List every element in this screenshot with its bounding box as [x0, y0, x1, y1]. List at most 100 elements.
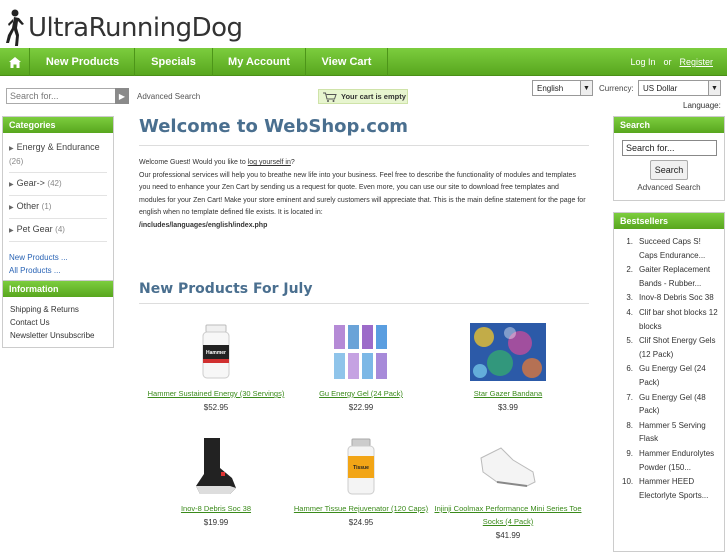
cart-status[interactable]: Your cart is empty [318, 89, 408, 104]
category-energy-endurance[interactable]: ▶ Energy & Endurance (26) [9, 137, 107, 173]
bestseller-name: Gu Energy Gel (24 Pack) [639, 364, 706, 387]
bestseller-item[interactable]: 1. Succeed Caps S! Caps Endurance... [622, 235, 720, 262]
bestseller-item[interactable]: 5. Clif Shot Energy Gels (12 Pack) [622, 334, 720, 361]
bestseller-item[interactable]: 7. Gu Energy Gel (48 Pack) [622, 391, 720, 418]
product-name-link[interactable]: Injinji Coolmax Performance Mini Series … [433, 502, 583, 528]
bestseller-item[interactable]: 4. Clif bar shot blocks 12 blocks [622, 306, 720, 333]
all-products-link[interactable]: All Products ... [9, 266, 61, 275]
register-link[interactable]: Register [679, 57, 713, 67]
chevron-down-icon: ▼ [580, 81, 592, 95]
product-price: $3.99 [497, 403, 519, 412]
advanced-search-link[interactable]: Advanced Search [137, 92, 200, 101]
home-icon [8, 56, 21, 68]
chevron-down-icon: ▼ [708, 81, 720, 95]
new-products-link[interactable]: New Products ... [9, 253, 68, 262]
home-button[interactable] [0, 48, 30, 76]
bestseller-rank: 7. [626, 392, 633, 402]
product-image[interactable] [190, 438, 242, 496]
category-pet-gear[interactable]: ▶ Pet Gear (4) [9, 219, 107, 242]
product-image[interactable] [477, 438, 539, 496]
main-nav: New Products Specials My Account View Ca… [0, 48, 727, 76]
define-path: /includes/languages/english/index.php [139, 221, 268, 229]
nav-specials[interactable]: Specials [135, 48, 213, 76]
top-search-submit-button[interactable]: ▶ [115, 88, 129, 104]
product-card: Inov-8 Debris Soc 38 $19.99 [141, 438, 291, 527]
category-count: (4) [55, 225, 65, 234]
login-inline-link[interactable]: log yourself in [248, 159, 291, 166]
bestseller-item[interactable]: 8. Hammer 5 Serving Flask [622, 419, 720, 446]
top-search-input[interactable]: Search for... [6, 88, 116, 104]
product-price: $24.95 [348, 518, 374, 527]
product-price: $41.99 [495, 531, 521, 540]
information-title: Information [3, 281, 113, 297]
product-image[interactable]: Tissue [344, 438, 378, 496]
bestseller-item[interactable]: 9. Hammer Endurolytes Powder (150... [622, 447, 720, 474]
product-name-link[interactable]: Hammer Sustained Energy (30 Servings) [141, 387, 291, 400]
bestsellers-box: Bestsellers 1. Succeed Caps S! Caps Endur… [613, 212, 725, 552]
category-label: Gear-> [16, 178, 45, 188]
greeting-end: ? [290, 159, 295, 166]
product-name-link[interactable]: Gu Energy Gel (24 Pack) [286, 387, 436, 400]
runner-logo-icon [6, 9, 24, 46]
bestseller-name: Gaiter Replacement Bands - Rubber... [639, 265, 711, 288]
intro-text: Welcome Guest! Would you like to log you… [139, 157, 587, 233]
product-name-link[interactable]: Inov-8 Debris Soc 38 [141, 502, 291, 515]
bestsellers-list: 1. Succeed Caps S! Caps Endurance... 2. Gai… [614, 229, 724, 502]
bestseller-name: Clif bar shot blocks 12 blocks [639, 307, 718, 331]
sidebar-search-button[interactable]: Search [650, 160, 688, 180]
bestseller-name: Hammer Endurolytes Powder (150... [639, 448, 715, 472]
category-label: Energy & Endurance [16, 142, 100, 152]
product-price: $19.99 [203, 518, 229, 527]
currency-select[interactable]: US Dollar ▼ [638, 80, 721, 96]
bestseller-item[interactable]: 10. Hammer HEED Electorlyte Sports... [622, 475, 720, 502]
nav-my-account[interactable]: My Account [213, 48, 306, 76]
product-card: Star Gazer Bandana $3.99 [433, 323, 583, 412]
site-logo[interactable]: UltraRunningDog [4, 8, 243, 48]
cart-status-text: Your cart is empty [341, 92, 406, 101]
product-image[interactable]: Hammer [199, 323, 233, 381]
sidebar-advanced-search-link[interactable]: Advanced Search [614, 183, 724, 192]
bestseller-name: Clif Shot Energy Gels (12 Pack) [639, 336, 716, 359]
bestseller-rank: 2. [626, 265, 633, 275]
category-gear[interactable]: ▶ Gear-> (42) [9, 173, 107, 196]
login-link[interactable]: Log In [630, 57, 655, 67]
contact-us-link[interactable]: Contact Us [10, 316, 106, 329]
triangle-right-icon: ▶ [9, 146, 14, 152]
bestseller-name: Inov-8 Debris Soc 38 [639, 293, 714, 303]
categories-title: Categories [3, 117, 113, 133]
product-image[interactable] [332, 323, 390, 381]
categories-box: Categories ▶ Energy & Endurance (26) ▶ Gea… [2, 116, 114, 284]
bestseller-rank: 6. [626, 364, 633, 374]
bestseller-name: Succeed Caps S! Caps Endurance... [639, 237, 706, 260]
category-other[interactable]: ▶ Other (1) [9, 196, 107, 219]
divider [139, 145, 589, 146]
language-select[interactable]: English ▼ [532, 80, 593, 96]
product-image[interactable] [470, 323, 546, 381]
category-label: Other [16, 201, 40, 211]
bestseller-item[interactable]: 6. Gu Energy Gel (24 Pack) [622, 362, 720, 389]
sidebar-search-input[interactable]: Search for... [622, 140, 717, 156]
bestseller-name: Hammer HEED Electorlyte Sports... [639, 477, 709, 500]
currency-select-value: US Dollar [643, 83, 678, 93]
category-count: (1) [41, 202, 52, 211]
product-price: $52.95 [203, 403, 229, 412]
greeting-text: Welcome Guest! Would you like to [139, 159, 248, 166]
product-name-link[interactable]: Star Gazer Bandana [433, 387, 583, 400]
nav-view-cart[interactable]: View Cart [306, 48, 388, 76]
nav-new-products[interactable]: New Products [31, 48, 135, 76]
search-box-title: Search [614, 117, 724, 133]
category-label: Pet Gear [16, 224, 53, 234]
new-products-heading: New Products For July [139, 281, 313, 297]
category-count: (42) [47, 179, 62, 188]
bestseller-item[interactable]: 3. Inov-8 Debris Soc 38 [622, 291, 720, 305]
shipping-returns-link[interactable]: Shipping & Returns [10, 303, 106, 316]
category-count: (26) [9, 157, 24, 166]
bestseller-rank: 3. [626, 293, 633, 303]
product-card: Injinji Coolmax Performance Mini Series … [433, 438, 583, 540]
divider [139, 303, 589, 304]
newsletter-unsubscribe-link[interactable]: Newsletter Unsubscribe [10, 329, 106, 342]
site-logo-text: UltraRunningDog [28, 13, 243, 43]
product-name-link[interactable]: Hammer Tissue Rejuvenator (120 Caps) [286, 502, 436, 515]
bestseller-item[interactable]: 2. Gaiter Replacement Bands - Rubber... [622, 263, 720, 290]
triangle-right-icon: ▶ [9, 182, 14, 188]
